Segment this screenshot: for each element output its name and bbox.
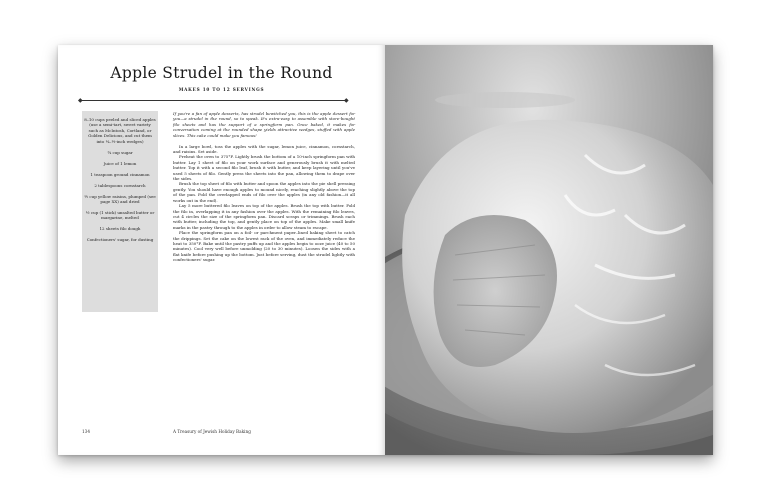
method-paragraph: Place the springform pan on a foil- or p… [173,230,355,263]
ingredient-item: Juice of 1 lemon [103,160,137,166]
recipe-body: If you're a fan of apple desserts, has s… [173,111,355,263]
ingredients-box: 8–10 cups peeled and sliced apples (use … [82,111,158,312]
ingredient-item: ½ cup yellow raisins, plumped (see page … [84,193,156,205]
ornament-right-icon: ◆ [344,96,349,104]
recipe-title: Apple Strudel in the Round [110,64,333,82]
ingredient-item: 8–10 cups peeled and sliced apples (use … [84,117,156,144]
recipe-yield: MAKES 10 TO 12 SERVINGS [178,87,265,92]
method-paragraph: Brush the top sheet of filo with butter … [173,181,355,203]
strudel-photo [385,45,713,455]
photo-icon [385,45,713,455]
method-paragraph: Lay 5 more buttered filo leaves on top o… [173,203,355,230]
title-rule [82,100,345,101]
left-page: Apple Strudel in the Round MAKES 10 TO 1… [58,45,385,455]
ingredient-item: 1 teaspoon ground cinnamon [90,171,150,177]
book-spread: Apple Strudel in the Round MAKES 10 TO 1… [58,45,713,455]
ingredient-item: Confectioners' sugar, for dusting [86,237,154,243]
ingredient-item: ¾ cup sugar [107,149,133,155]
recipe-intro: If you're a fan of apple desserts, has s… [173,111,355,138]
ingredient-item: 12 sheets filo dough [99,226,141,232]
running-title: A Treasury of Jewish Holiday Baking [173,429,251,434]
method-paragraph: In a large bowl, toss the apples with th… [173,143,355,155]
page-number: 134 [82,429,90,434]
ingredient-item: ½ cup (1 stick) unsalted butter or marga… [85,210,155,221]
ingredient-item: 2 tablespoons cornstarch [94,182,146,188]
method-paragraph: Preheat the oven to 375°F. Lightly brush… [173,154,355,182]
